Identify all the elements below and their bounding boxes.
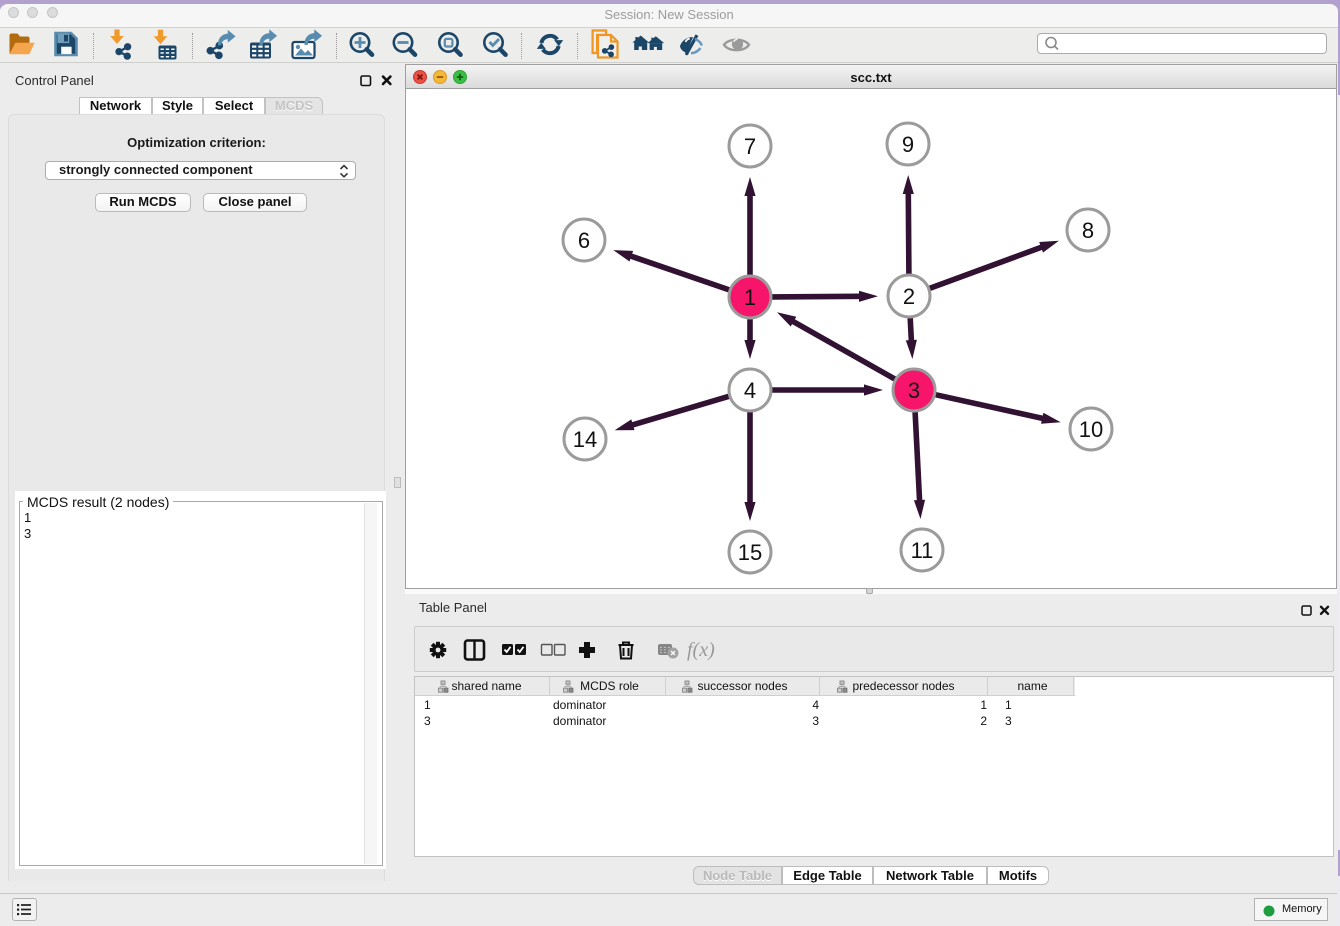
svg-text:6: 6 xyxy=(578,228,590,253)
svg-text:9: 9 xyxy=(902,132,914,157)
svg-text:7: 7 xyxy=(744,134,756,159)
svg-text:10: 10 xyxy=(1079,417,1103,442)
svg-text:1: 1 xyxy=(744,285,756,310)
svg-text:15: 15 xyxy=(738,540,762,565)
svg-text:4: 4 xyxy=(744,378,756,403)
svg-text:11: 11 xyxy=(911,538,934,563)
svg-text:3: 3 xyxy=(908,378,920,403)
svg-text:14: 14 xyxy=(573,427,597,452)
svg-text:2: 2 xyxy=(903,284,915,309)
svg-text:8: 8 xyxy=(1082,218,1094,243)
svg-text:f(x): f(x) xyxy=(687,639,715,661)
